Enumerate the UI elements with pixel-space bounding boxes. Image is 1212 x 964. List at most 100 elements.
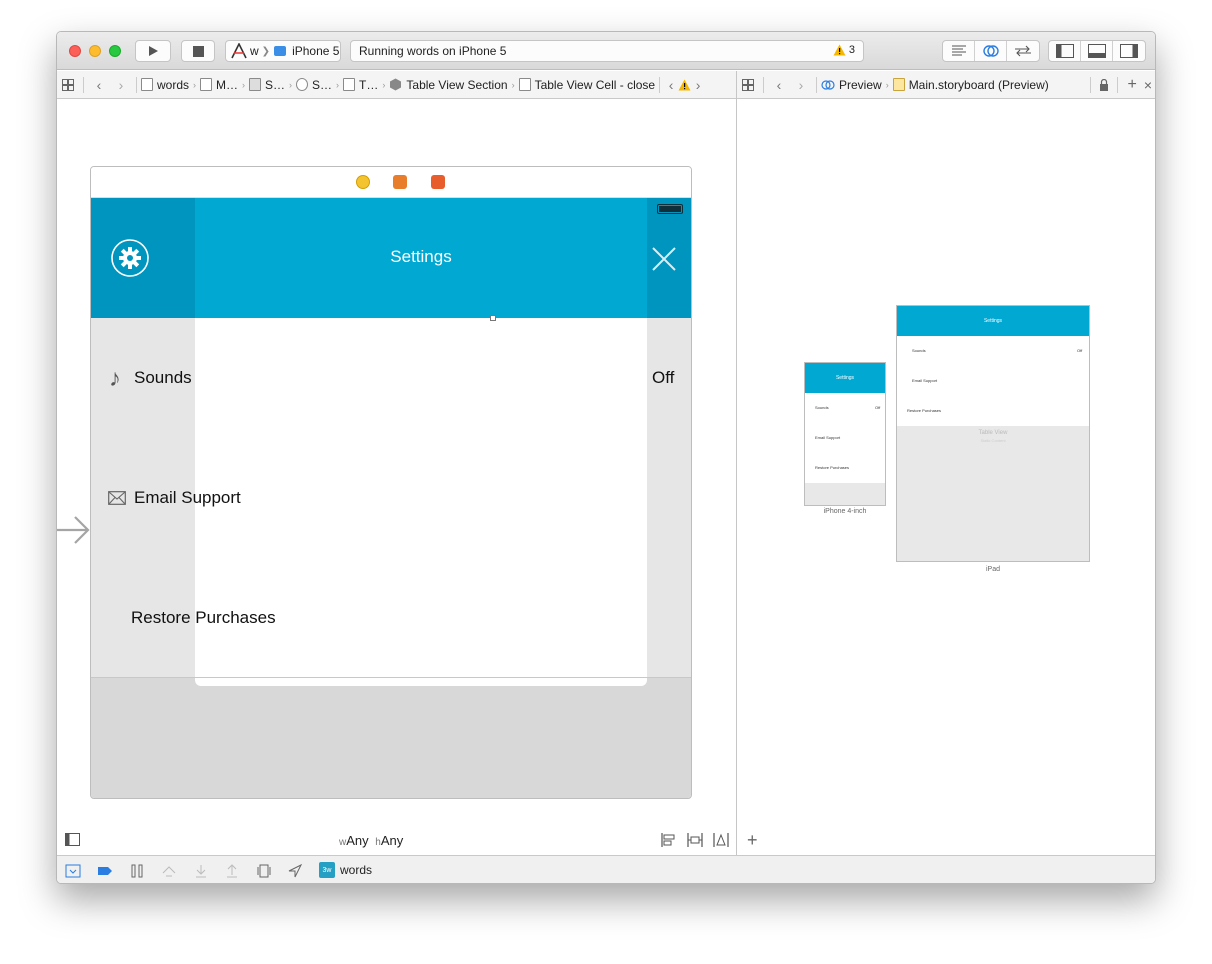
breadcrumb-controller[interactable]: S… [296,78,332,92]
breadcrumb-label: M… [216,77,239,92]
restore-purchases-label[interactable]: Restore Purchases [131,608,276,628]
preview-file-menu[interactable]: Main.storyboard (Preview) [892,78,1049,92]
breadcrumb-section[interactable]: Table View Section [389,78,508,92]
next-issue-button[interactable]: › [691,77,705,93]
iphone-preview-caption: iPhone 4-inch [823,508,867,515]
standard-editor-button[interactable] [943,41,975,61]
add-editor-icon[interactable]: + [1127,76,1136,94]
zoom-window-button[interactable] [109,45,121,57]
bottom-panel-icon [1087,44,1106,58]
assistant-mode-menu[interactable]: Preview [821,78,882,92]
size-class-selector[interactable]: wAny hAny [339,833,403,848]
debug-target[interactable]: 3w words [319,862,372,878]
hide-debug-area-icon[interactable] [65,863,81,879]
warning-icon[interactable] [678,79,691,91]
divider [659,76,661,93]
breakpoints-icon[interactable] [97,863,113,879]
close-window-button[interactable] [69,45,81,57]
debug-target-name: words [340,863,373,877]
mini-nav-title: Settings [983,318,1003,324]
battery-icon [657,204,683,214]
text-lines-icon [951,45,966,56]
settings-table[interactable]: ♪ Sounds Off Email Support Restore Purch… [91,315,691,686]
related-items-button[interactable] [57,78,79,91]
lock-icon[interactable] [1099,78,1109,91]
mini-restore-label: Restore Purchases [907,408,942,413]
sounds-value[interactable]: Off [652,368,674,388]
gear-icon[interactable] [110,238,150,278]
iphone-preview[interactable]: Settings Sounds Off Email Support Restor… [804,362,886,506]
utilities-toggle-button[interactable] [1113,41,1145,61]
forward-button[interactable]: › [790,77,812,93]
debug-area-toggle-button[interactable] [1081,41,1113,61]
app-icon: 3w [319,862,335,878]
stop-button[interactable] [181,40,215,62]
first-responder-icon[interactable] [393,175,407,189]
breadcrumb-project[interactable]: words [141,78,189,92]
mini-sounds-label: Sounds [815,405,829,410]
previous-issue-button[interactable]: ‹ [664,77,678,93]
location-icon[interactable] [287,863,303,879]
align-icon[interactable] [661,833,677,847]
settings-view[interactable]: Settings ♪ Sounds Off Email Support Rest… [91,198,691,798]
assistant-circles-icon [982,45,999,57]
mini-email-label: Email Support [815,435,841,440]
resolve-issues-icon[interactable] [713,833,729,847]
initial-view-controller-arrow-icon[interactable] [57,513,91,547]
table-view-icon [343,78,356,91]
add-device-icon[interactable]: + [747,830,758,851]
breadcrumb-label: T… [359,77,379,92]
table-footer-divider [91,677,691,678]
table-center-view [195,315,647,686]
navigator-toggle-button[interactable] [1049,41,1081,61]
back-button[interactable]: ‹ [768,77,790,93]
scheme-selector[interactable]: w ❯ iPhone 5 [225,40,341,62]
preview-bottom-bar: + [737,827,1155,855]
mini-restore-label: Restore Purchases [815,465,850,470]
xcode-window: w ❯ iPhone 5 Running words on iPhone 5 3 [56,31,1156,884]
resize-handle[interactable] [490,315,496,321]
swap-arrows-icon [1015,45,1031,57]
breadcrumb-label: S… [265,77,286,92]
breadcrumb-cell[interactable]: Table View Cell - close [518,78,655,92]
view-controller-scene[interactable]: Settings ♪ Sounds Off Email Support Rest… [90,166,692,799]
exit-icon[interactable] [431,175,445,189]
play-icon [149,46,158,56]
email-support-label[interactable]: Email Support [134,488,241,508]
activity-view: Running words on iPhone 5 3 [350,40,864,62]
view-controller-icon[interactable] [356,175,370,189]
version-editor-button[interactable] [1007,41,1039,61]
grid-icon [742,78,754,91]
document-outline-toggle-icon[interactable] [65,833,81,847]
warning-indicator[interactable]: 3 [833,44,855,56]
pin-icon[interactable] [687,833,703,847]
scene-dock [91,167,691,198]
step-over-icon[interactable] [161,863,177,879]
pause-icon[interactable] [129,863,145,879]
controller-icon [296,78,309,91]
height-class: Any [380,833,404,848]
view-debugger-icon[interactable] [256,863,272,879]
sounds-label[interactable]: Sounds [134,368,192,388]
width-class: Any [346,833,369,848]
ipad-preview[interactable]: Settings Sounds Off Email Support Restor… [896,305,1090,562]
breadcrumb-tableview[interactable]: T… [343,78,378,92]
run-button[interactable] [135,40,171,62]
close-icon[interactable] [651,246,677,272]
minimize-window-button[interactable] [89,45,101,57]
close-editor-icon[interactable]: × [1144,77,1152,93]
step-into-icon[interactable] [193,863,209,879]
assistant-editor-button[interactable] [975,41,1007,61]
forward-button[interactable]: › [110,77,132,93]
related-items-button[interactable] [737,78,759,91]
breadcrumb-scene[interactable]: S… [249,78,285,92]
breadcrumb-main[interactable]: M… [200,78,238,92]
step-out-icon[interactable] [224,863,240,879]
table-view-placeholder: Table View [978,430,1008,436]
storyboard-file-icon [200,78,213,91]
mini-sounds-label: Sounds [912,348,926,353]
back-button[interactable]: ‹ [88,77,110,93]
storyboard-canvas[interactable]: Settings ♪ Sounds Off Email Support Rest… [57,100,736,827]
chevron-right-icon: › [242,79,246,90]
chevron-right-icon: › [382,79,386,90]
